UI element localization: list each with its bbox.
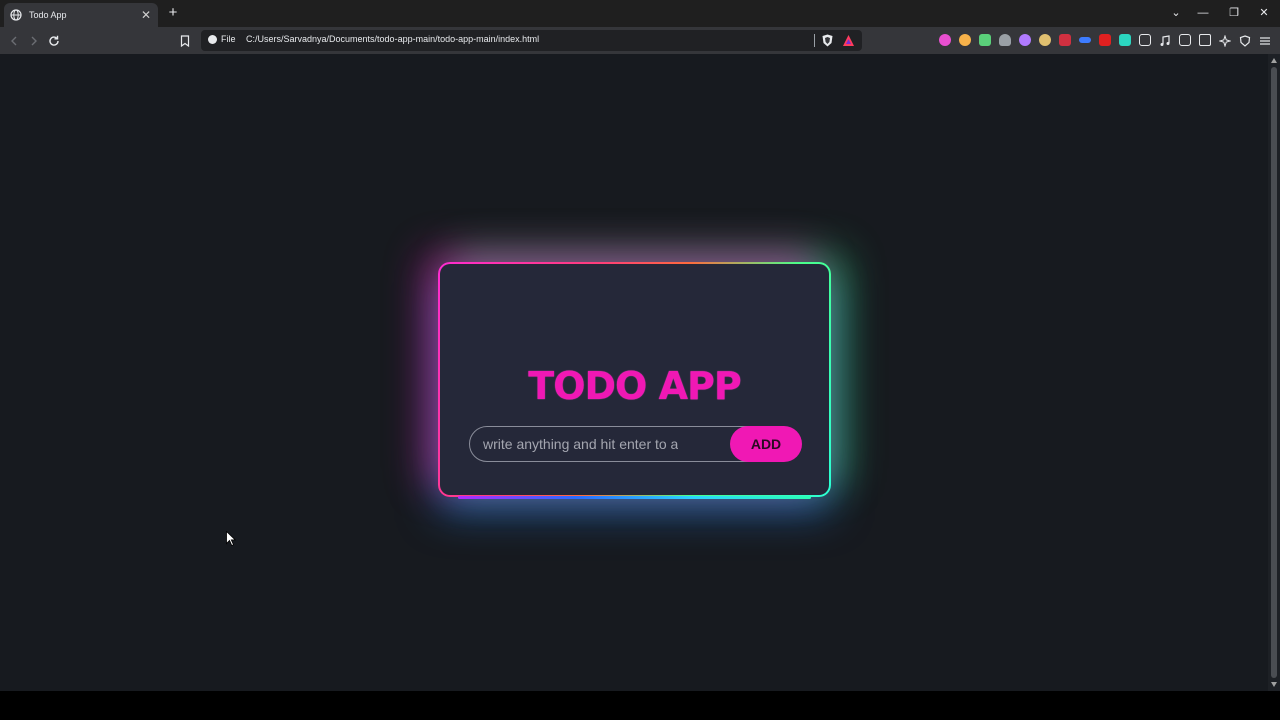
restore-button[interactable]: ❐ (1224, 5, 1244, 21)
page-viewport: TODO APP ADD (0, 54, 1268, 691)
todo-input[interactable] (469, 426, 769, 462)
info-icon[interactable] (208, 35, 217, 44)
extension-icon-2[interactable] (959, 34, 971, 46)
new-tab-button[interactable]: + (165, 5, 181, 21)
media-controls-icon[interactable] (1159, 34, 1171, 46)
brave-rewards-icon[interactable] (842, 34, 855, 47)
extension-icon-5[interactable] (1019, 34, 1031, 46)
extension-icon-7[interactable] (1059, 34, 1071, 46)
extension-icon-9[interactable] (1099, 34, 1111, 46)
extension-icon-3[interactable] (979, 34, 991, 46)
extension-icon-1[interactable] (939, 34, 951, 46)
extension-puzzle-icon[interactable] (1139, 34, 1151, 46)
add-button[interactable]: ADD (730, 426, 802, 462)
brave-shields-icon[interactable] (821, 34, 834, 47)
back-button[interactable] (6, 33, 22, 49)
extension-icon-8[interactable] (1079, 37, 1091, 43)
address-bar[interactable]: File C:/Users/Sarvadnya/Documents/todo-a… (201, 30, 862, 51)
bookmark-icon (180, 35, 190, 47)
tab-strip: Todo App ✕ + ⌄ — ❐ ✕ (0, 0, 1280, 27)
taskbar-strip (0, 691, 1280, 720)
chevron-left-icon (11, 36, 17, 46)
app-title: TODO APP (528, 364, 741, 408)
mouse-cursor-icon (226, 531, 236, 547)
card-glow-border (458, 496, 811, 499)
window-close-button[interactable]: ✕ (1254, 5, 1274, 21)
chevron-right-icon (31, 36, 37, 46)
extension-icon-10[interactable] (1119, 34, 1131, 46)
extension-icon-6[interactable] (1039, 34, 1051, 46)
forward-button[interactable] (26, 33, 42, 49)
address-url[interactable]: C:/Users/Sarvadnya/Documents/todo-app-ma… (246, 34, 539, 44)
scrollbar-thumb[interactable] (1271, 67, 1277, 678)
reload-button[interactable] (46, 33, 62, 49)
scroll-down-arrow-icon[interactable] (1271, 682, 1277, 687)
page-scrollbar[interactable] (1268, 54, 1280, 691)
reload-icon (49, 35, 59, 46)
menu-icon[interactable] (1259, 34, 1271, 46)
extension-icon-4[interactable] (999, 34, 1011, 46)
scroll-up-arrow-icon[interactable] (1271, 58, 1277, 63)
address-divider (814, 34, 815, 47)
globe-icon (10, 9, 22, 21)
tab-close-icon[interactable]: ✕ (140, 9, 152, 21)
todo-card: TODO APP ADD (438, 262, 831, 499)
leo-ai-icon[interactable] (1218, 34, 1232, 48)
vpn-icon[interactable] (1239, 34, 1251, 47)
sidebar-icon[interactable] (1179, 34, 1191, 46)
wallet-icon[interactable] (1199, 34, 1211, 46)
browser-tab[interactable]: Todo App ✕ (4, 3, 158, 27)
tab-search-button[interactable]: ⌄ (1166, 5, 1186, 21)
browser-toolbar: File C:/Users/Sarvadnya/Documents/todo-a… (0, 27, 1280, 54)
todo-card-body: TODO APP ADD (440, 264, 829, 495)
tab-title: Todo App (29, 10, 67, 20)
minimize-button[interactable]: — (1193, 5, 1213, 21)
bookmark-button[interactable] (177, 33, 193, 49)
address-scheme-label: File (221, 34, 236, 44)
